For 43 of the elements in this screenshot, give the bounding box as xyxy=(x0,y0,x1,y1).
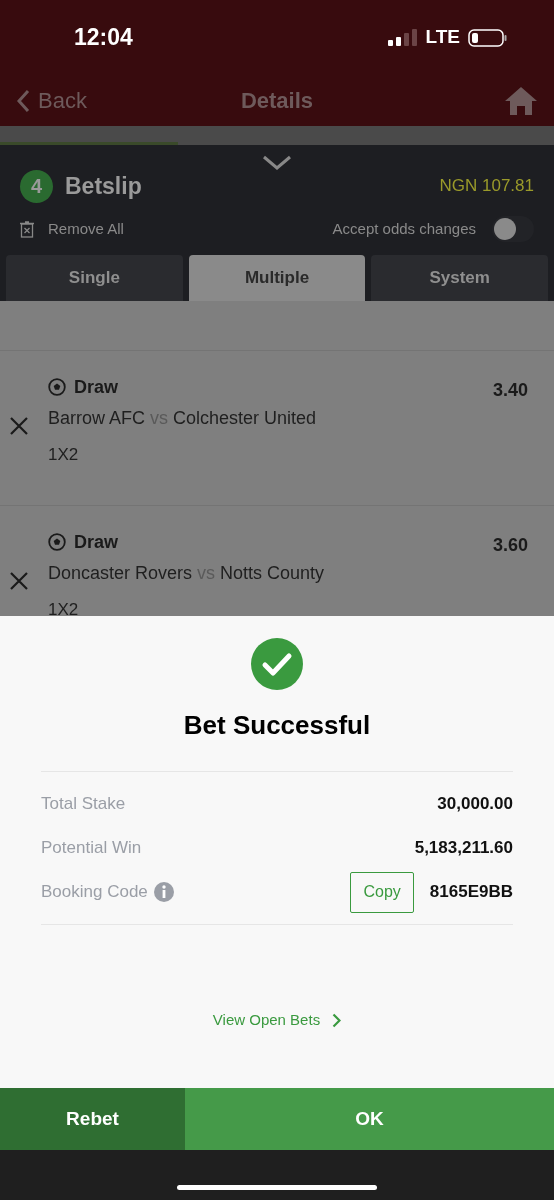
trash-icon xyxy=(20,220,34,238)
page-title: Details xyxy=(240,87,314,115)
booking-code: 8165E9BB xyxy=(429,881,513,904)
rebet-button[interactable]: Rebet xyxy=(0,1088,185,1150)
row-value: 5,183,211.60 xyxy=(414,837,513,860)
copy-button[interactable]: Copy xyxy=(350,871,414,913)
row-label: Total Stake xyxy=(41,793,126,816)
soccer-ball-icon xyxy=(48,378,66,396)
back-button[interactable]: Back xyxy=(16,84,87,117)
close-icon[interactable] xyxy=(10,417,28,435)
signal-icon xyxy=(387,27,418,48)
soccer-ball-icon xyxy=(48,533,66,551)
ok-button[interactable]: OK xyxy=(185,1088,554,1150)
info-icon[interactable] xyxy=(153,882,174,902)
betslip-title: Betslip xyxy=(65,171,142,201)
view-open-bets-link[interactable]: View Open Bets xyxy=(212,1009,342,1032)
balance-label: NGN 107.81 xyxy=(439,175,534,198)
tab[interactable]: System xyxy=(371,255,548,301)
network-label: LTE xyxy=(425,25,460,50)
count-badge: 4 xyxy=(20,169,53,203)
pick-label: Draw xyxy=(74,530,118,554)
odds-value: 3.60 xyxy=(492,534,528,557)
battery-icon xyxy=(468,27,508,48)
odds-value: 3.40 xyxy=(492,379,528,402)
tab[interactable]: Multiple xyxy=(188,255,366,301)
row-label: Potential Win xyxy=(41,837,142,860)
accept-odds-toggle[interactable] xyxy=(492,216,534,242)
tab[interactable]: Single xyxy=(6,255,183,301)
row-label: Booking Code xyxy=(41,881,148,904)
success-title: Bet Successful xyxy=(183,709,371,742)
chevron-right-icon xyxy=(332,1012,342,1028)
remove-all-button[interactable]: Remove All xyxy=(20,217,124,241)
status-time: 12:04 xyxy=(74,23,133,53)
market-label: 1X2 xyxy=(48,444,80,466)
close-icon[interactable] xyxy=(10,572,28,590)
chevron-down-icon[interactable] xyxy=(262,155,292,171)
home-icon[interactable] xyxy=(504,85,538,116)
accept-odds-label: Accept odds changes xyxy=(332,218,476,239)
market-label: 1X2 xyxy=(48,599,80,616)
success-check-icon xyxy=(251,638,303,690)
pick-label: Draw xyxy=(74,375,118,399)
back-chevron-icon xyxy=(16,88,30,113)
row-value: 30,000.00 xyxy=(437,793,513,816)
